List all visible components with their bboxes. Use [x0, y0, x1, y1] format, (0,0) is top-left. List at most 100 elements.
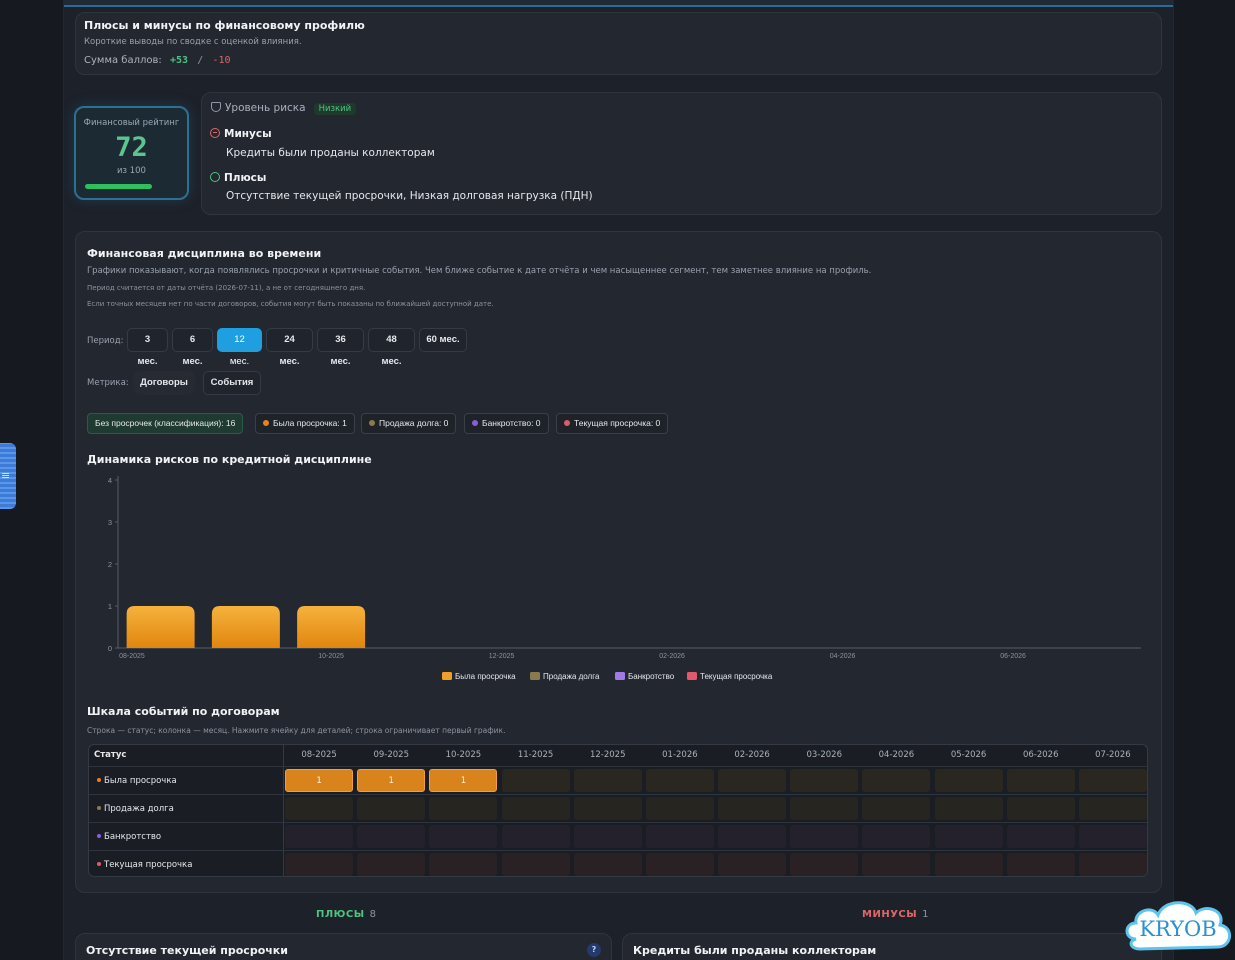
- x-tick-label: 04-2026: [830, 653, 856, 660]
- timeline-cell[interactable]: [501, 797, 570, 820]
- row-status-label: Продажа долга: [97, 795, 174, 823]
- timeline-cell[interactable]: [285, 853, 354, 876]
- timeline-cell[interactable]: [862, 797, 931, 820]
- timeline-cell[interactable]: [790, 853, 859, 876]
- timeline-cell[interactable]: [1006, 825, 1075, 848]
- rating-of: из 100: [117, 166, 146, 176]
- timeline-cell[interactable]: [285, 825, 354, 848]
- score-separator: /: [197, 55, 204, 66]
- risk-level-label: Уровень риска: [225, 102, 306, 114]
- timeline-cell[interactable]: 1: [357, 769, 426, 792]
- timeline-cell[interactable]: [1078, 797, 1147, 820]
- minus-text: Кредиты были проданы коллекторам: [226, 147, 435, 159]
- period-button[interactable]: 24 мес.: [266, 328, 313, 367]
- help-icon[interactable]: ?: [587, 943, 601, 957]
- period-button[interactable]: 12 мес.: [217, 328, 262, 367]
- timeline-cell[interactable]: [645, 825, 714, 848]
- timeline-cell[interactable]: [718, 769, 787, 792]
- timeline-cell[interactable]: [1006, 769, 1075, 792]
- timeline-cell[interactable]: [645, 769, 714, 792]
- timeline-cell[interactable]: [501, 825, 570, 848]
- risk-chart: 0 1 2 3 4 08-2025 10-2025 12-2025 02-2026 04-2026…: [108, 476, 1141, 681]
- period-button[interactable]: 3 мес.: [127, 328, 168, 367]
- timeline-cell[interactable]: [357, 825, 426, 848]
- table-row: Продажа долга: [89, 794, 1147, 823]
- period-button[interactable]: 36 мес.: [317, 328, 364, 367]
- timeline-cell[interactable]: [718, 797, 787, 820]
- y-tick-label: 2: [108, 560, 112, 569]
- timeline-cell[interactable]: [934, 769, 1003, 792]
- timeline-cell[interactable]: [429, 853, 498, 876]
- status-header: Статус: [94, 750, 127, 760]
- timeline-cell[interactable]: [501, 853, 570, 876]
- timeline-cell[interactable]: [790, 825, 859, 848]
- minus-section-label: МИНУСЫ 1: [862, 909, 929, 920]
- discipline-subtitle: Графики показывают, когда появлялись про…: [87, 266, 872, 276]
- month-header: 07-2026: [1095, 750, 1131, 760]
- period-button[interactable]: 6 мес.: [172, 328, 213, 367]
- plus-text: Отсутствие текущей просрочки, Низкая дол…: [226, 190, 593, 202]
- month-header: 05-2026: [950, 750, 987, 760]
- check-circle-icon: [210, 172, 220, 182]
- legend-label: Была просрочка: [455, 672, 516, 681]
- status-chip[interactable]: Банкротство: 0: [464, 413, 549, 434]
- metric-events-button[interactable]: События: [203, 371, 261, 395]
- chart-bar[interactable]: [297, 606, 366, 648]
- timeline-cell[interactable]: [645, 853, 714, 876]
- timeline-cell[interactable]: [573, 825, 642, 848]
- period-label: Период:: [87, 336, 124, 346]
- row-label-text: Была просрочка: [104, 776, 177, 786]
- month-header: 12-2025: [589, 750, 626, 760]
- timeline-cell[interactable]: [1078, 825, 1147, 848]
- timeline-cell[interactable]: [862, 769, 931, 792]
- timeline-cell[interactable]: 1: [285, 769, 354, 792]
- timeline-cell[interactable]: [573, 769, 642, 792]
- timeline-cell[interactable]: [790, 797, 859, 820]
- status-dot: [97, 834, 101, 838]
- status-chip[interactable]: Продажа долга: 0: [361, 413, 457, 434]
- timeline-cell[interactable]: [429, 797, 498, 820]
- timeline-cell[interactable]: [573, 797, 642, 820]
- chart-bar[interactable]: [211, 606, 280, 648]
- timeline-cell[interactable]: [357, 853, 426, 876]
- timeline-cell[interactable]: [934, 853, 1003, 876]
- summary-title: Плюсы и минусы по финансовому профилю: [84, 19, 365, 32]
- minus-count: 1: [922, 909, 929, 920]
- timeline-cell[interactable]: [862, 853, 931, 876]
- status-chip[interactable]: Текущая просрочка: 0: [556, 413, 669, 434]
- timeline-cell[interactable]: [1078, 769, 1147, 792]
- summary-subtitle: Короткие выводы по сводке с оценкой влия…: [84, 37, 302, 47]
- right-gutter: [1173, 0, 1235, 960]
- period-button[interactable]: 48 мес.: [368, 328, 415, 367]
- period-button[interactable]: 60 мес.: [419, 328, 467, 352]
- timeline-cell[interactable]: [285, 797, 354, 820]
- rating-label: Финансовый рейтинг: [83, 118, 180, 128]
- chart-bar[interactable]: [126, 606, 195, 648]
- timeline-cell[interactable]: [718, 825, 787, 848]
- timeline-cell[interactable]: [790, 769, 859, 792]
- timeline-cell[interactable]: [1006, 853, 1075, 876]
- x-tick-label: 02-2026: [659, 653, 685, 660]
- timeline-cell[interactable]: [573, 853, 642, 876]
- status-dot: [97, 862, 101, 866]
- y-tick-label: 0: [108, 644, 112, 653]
- timeline-cell[interactable]: [357, 797, 426, 820]
- timeline-cell[interactable]: 1: [429, 769, 498, 792]
- timeline-cell[interactable]: [934, 797, 1003, 820]
- timeline-cell[interactable]: [429, 825, 498, 848]
- status-chip[interactable]: Без просрочек (классификация): 16: [87, 413, 244, 434]
- status-chip[interactable]: Была просрочка: 1: [255, 413, 355, 434]
- timeline-cell[interactable]: [934, 825, 1003, 848]
- timeline-cell[interactable]: [501, 769, 570, 792]
- plus-section-title: ПЛЮСЫ: [316, 909, 365, 920]
- sidebar-toggle[interactable]: ≡: [0, 443, 16, 509]
- timeline-cell[interactable]: [645, 797, 714, 820]
- timeline-cell[interactable]: [1006, 797, 1075, 820]
- timeline-cell[interactable]: [1078, 853, 1147, 876]
- shield-icon: [211, 102, 221, 112]
- status-dot: [97, 778, 101, 782]
- metric-contracts-button[interactable]: Договоры: [133, 371, 195, 395]
- score-summary: Сумма баллов: +53 / -10: [84, 55, 230, 66]
- timeline-cell[interactable]: [718, 853, 787, 876]
- timeline-cell[interactable]: [862, 825, 931, 848]
